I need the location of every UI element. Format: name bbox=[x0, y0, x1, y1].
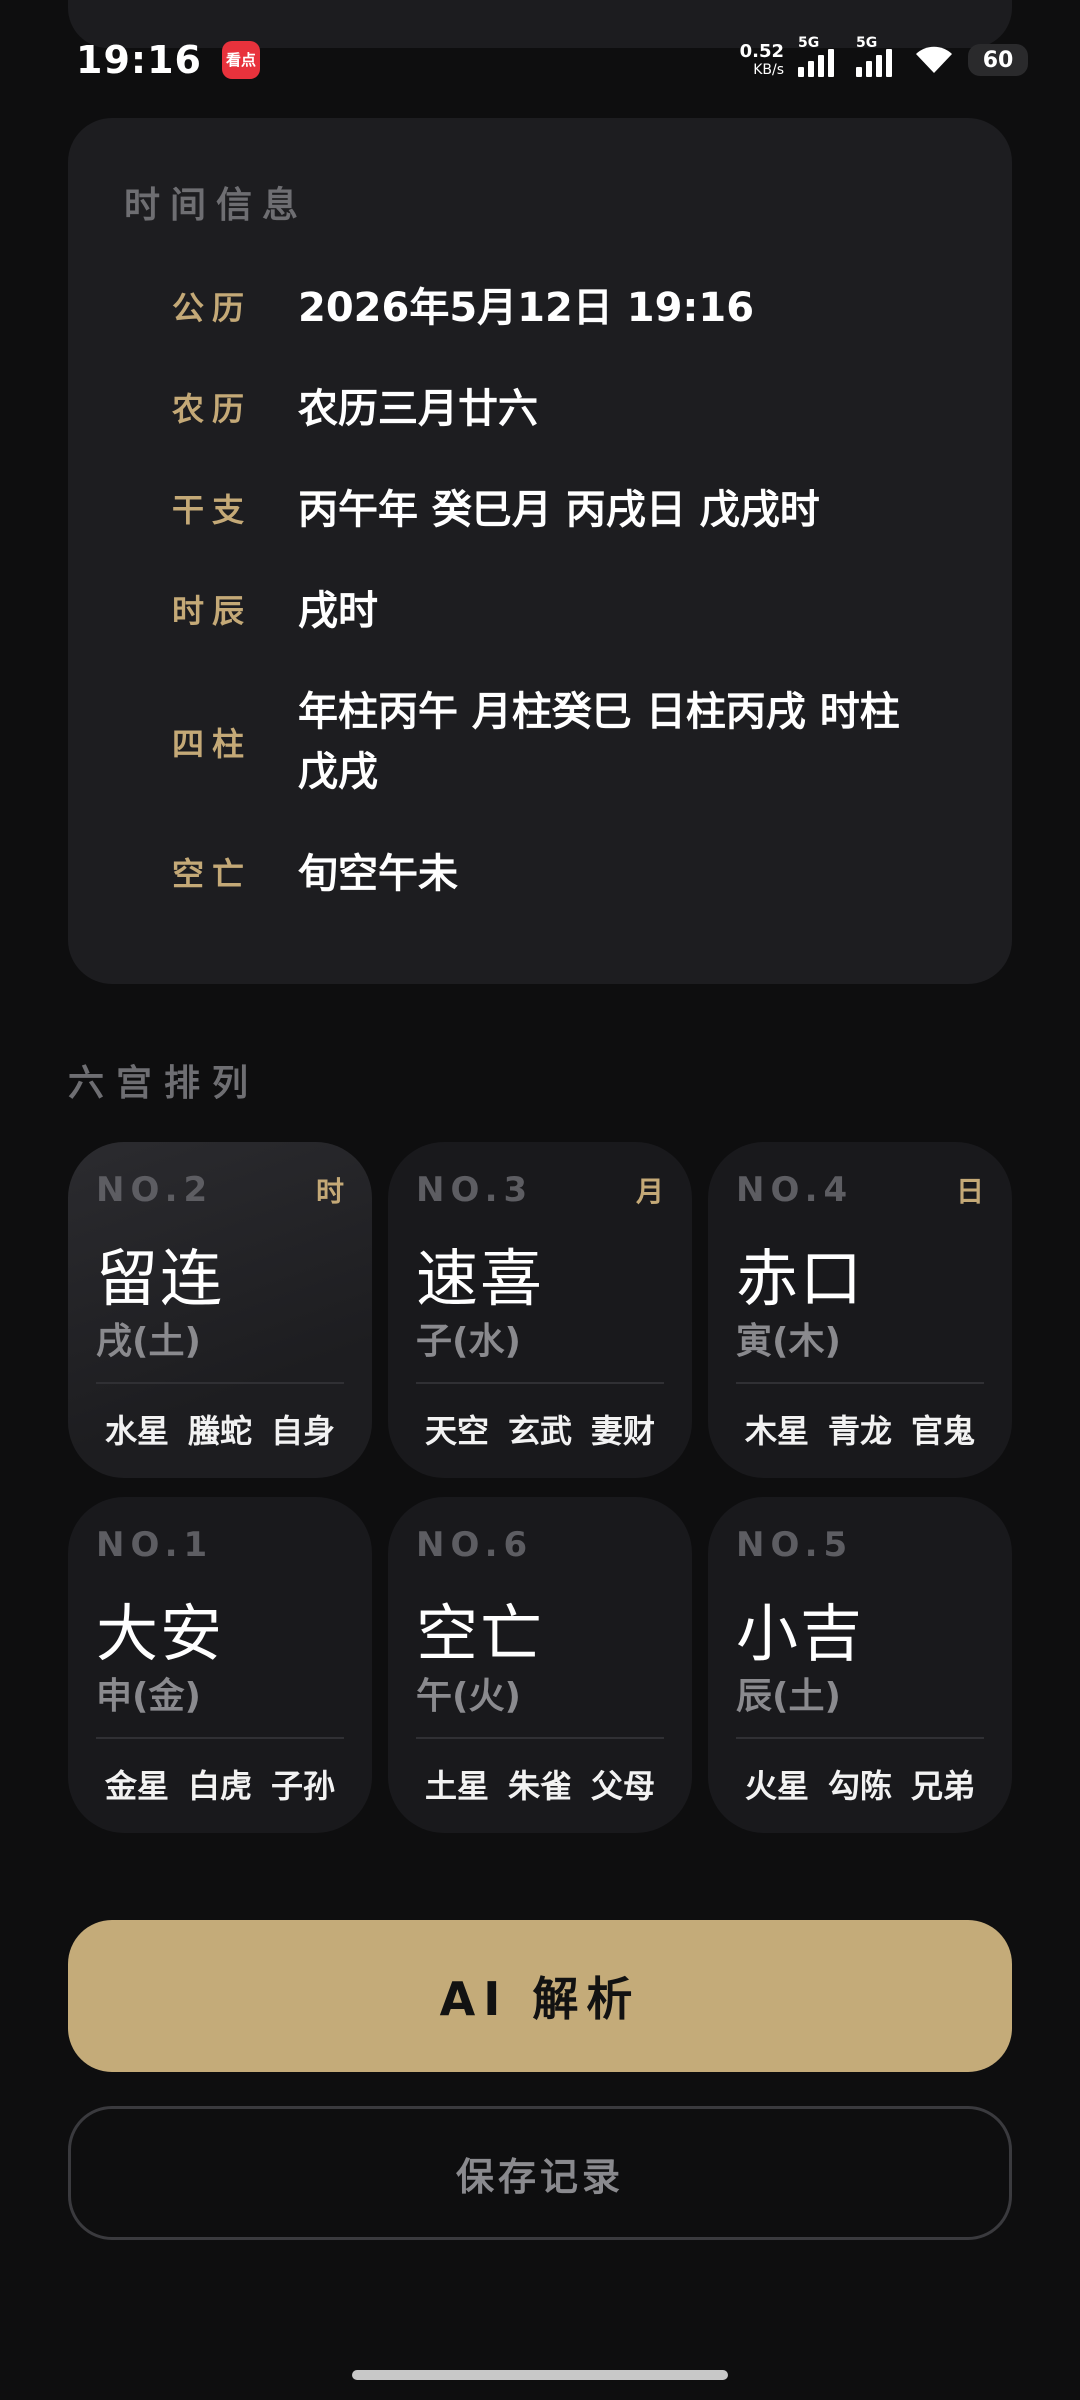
palace-number: NO.6 bbox=[416, 1525, 534, 1565]
palace-spirit: 玄武 bbox=[507, 1412, 572, 1450]
palace-divider bbox=[736, 1382, 984, 1384]
home-indicator[interactable] bbox=[352, 2370, 728, 2380]
palace-divider bbox=[96, 1737, 344, 1739]
palace-number: NO.2 bbox=[96, 1170, 214, 1210]
palace-pillar-tag: 月 bbox=[635, 1175, 664, 1208]
palace-element: 子(水) bbox=[416, 1321, 521, 1362]
status-bar: 19:16 看点 0.52 KB/s 5G 5G 60 bbox=[0, 28, 1080, 92]
info-value: 2026年5月12日 19:16 bbox=[298, 285, 755, 331]
sim2-network-tag: 5G bbox=[856, 35, 878, 51]
ai-analysis-button[interactable]: AI 解析 bbox=[68, 1920, 1012, 2072]
app-badge-text: 看点 bbox=[225, 50, 256, 69]
palace-card-kongwang[interactable]: NO.6 空亡 午(火) 土星 朱雀 父母 bbox=[388, 1497, 692, 1833]
palace-star: 水星 bbox=[104, 1412, 169, 1450]
info-label: 四柱 bbox=[171, 725, 252, 763]
palace-number: NO.5 bbox=[736, 1525, 854, 1565]
palace-relation: 子孙 bbox=[270, 1767, 335, 1805]
palace-name: 小吉 bbox=[736, 1597, 865, 1670]
palace-relation: 妻财 bbox=[590, 1412, 655, 1450]
palace-meta: 土星 朱雀 父母 bbox=[406, 1761, 674, 1807]
palace-relation: 自身 bbox=[270, 1412, 335, 1450]
palace-element: 寅(木) bbox=[736, 1321, 841, 1362]
info-value: 年柱丙午 月柱癸巳 日柱丙戌 时柱戊戌 bbox=[298, 689, 900, 795]
palace-relation: 官鬼 bbox=[910, 1412, 975, 1450]
time-info-card: 时间信息 公历 2026年5月12日 19:16 农历 农历三月廿六 干支 丙午… bbox=[68, 118, 1012, 984]
palace-spirit: 螣蛇 bbox=[187, 1412, 252, 1450]
save-record-button[interactable]: 保存记录 bbox=[68, 2106, 1012, 2240]
palace-name: 速喜 bbox=[416, 1242, 545, 1315]
palace-pillar-tag: 时 bbox=[315, 1175, 344, 1208]
palace-star: 天空 bbox=[424, 1412, 489, 1450]
battery-icon: 60 bbox=[968, 44, 1028, 76]
screen: 19:16 看点 0.52 KB/s 5G 5G 60 时间信息 公历 2026… bbox=[0, 0, 1080, 2400]
network-speed: 0.52 KB/s bbox=[739, 41, 784, 78]
palace-card-daan[interactable]: NO.1 大安 申(金) 金星 白虎 子孙 bbox=[68, 1497, 372, 1833]
palace-element: 申(金) bbox=[96, 1676, 201, 1717]
sim1-network-tag: 5G bbox=[798, 35, 820, 51]
time-info-title: 时间信息 bbox=[124, 185, 309, 226]
palace-element: 辰(土) bbox=[736, 1676, 841, 1717]
palace-number: NO.3 bbox=[416, 1170, 534, 1210]
info-value: 戌时 bbox=[298, 588, 378, 634]
info-row-kongwang: 空亡 旬空午未 bbox=[68, 844, 1012, 904]
status-time: 19:16 bbox=[76, 38, 202, 82]
palace-meta: 金星 白虎 子孙 bbox=[86, 1761, 354, 1807]
palace-meta: 水星 螣蛇 自身 bbox=[86, 1406, 354, 1452]
info-row-four-pillars: 四柱 年柱丙午 月柱癸巳 日柱丙戌 时柱戊戌 bbox=[68, 682, 1012, 802]
info-row-shichen: 时辰 戌时 bbox=[68, 581, 1012, 641]
palace-star: 金星 bbox=[104, 1767, 169, 1805]
signal-icon: 5G bbox=[856, 35, 900, 77]
palace-spirit: 白虎 bbox=[187, 1767, 252, 1805]
palace-spirit: 勾陈 bbox=[827, 1767, 892, 1805]
wifi-icon bbox=[916, 46, 952, 73]
palace-name: 留连 bbox=[96, 1242, 225, 1315]
battery-level: 60 bbox=[982, 47, 1014, 73]
info-label: 干支 bbox=[171, 491, 252, 529]
palace-card-xiaoji[interactable]: NO.5 小吉 辰(土) 火星 勾陈 兄弟 bbox=[708, 1497, 1012, 1833]
palace-relation: 兄弟 bbox=[910, 1767, 975, 1805]
palace-star: 木星 bbox=[744, 1412, 809, 1450]
palace-meta: 木星 青龙 官鬼 bbox=[726, 1406, 994, 1452]
info-row-lunar: 农历 农历三月廿六 bbox=[68, 379, 1012, 439]
palace-divider bbox=[96, 1382, 344, 1384]
palace-name: 赤口 bbox=[736, 1242, 865, 1315]
app-notification-icon: 看点 bbox=[221, 41, 260, 79]
palace-pillar-tag: 日 bbox=[955, 1175, 984, 1208]
info-label: 空亡 bbox=[171, 855, 252, 893]
info-value: 丙午年 癸巳月 丙戌日 戊戌时 bbox=[298, 487, 820, 533]
palace-number: NO.1 bbox=[96, 1525, 214, 1565]
info-label: 时辰 bbox=[171, 592, 252, 630]
palace-name: 大安 bbox=[96, 1597, 225, 1670]
info-label: 公历 bbox=[171, 289, 252, 327]
palace-star: 土星 bbox=[424, 1767, 489, 1805]
network-speed-value: 0.52 bbox=[739, 41, 784, 62]
palace-card-liulian[interactable]: NO.2 时 留连 戌(土) 水星 螣蛇 自身 bbox=[68, 1142, 372, 1478]
network-speed-unit: KB/s bbox=[753, 62, 784, 78]
palace-divider bbox=[736, 1737, 984, 1739]
info-row-solar: 公历 2026年5月12日 19:16 bbox=[68, 278, 1012, 338]
info-label: 农历 bbox=[171, 390, 252, 428]
palace-divider bbox=[416, 1737, 664, 1739]
palace-meta: 天空 玄武 妻财 bbox=[406, 1406, 674, 1452]
palace-meta: 火星 勾陈 兄弟 bbox=[726, 1761, 994, 1807]
palace-star: 火星 bbox=[744, 1767, 809, 1805]
palace-card-suxi[interactable]: NO.3 月 速喜 子(水) 天空 玄武 妻财 bbox=[388, 1142, 692, 1478]
palace-spirit: 朱雀 bbox=[507, 1767, 572, 1805]
info-value: 农历三月廿六 bbox=[298, 386, 538, 432]
palace-element: 午(火) bbox=[416, 1676, 521, 1717]
info-row-ganzhi: 干支 丙午年 癸巳月 丙戌日 戊戌时 bbox=[68, 480, 1012, 540]
palace-section-title: 六宫排列 bbox=[68, 1063, 261, 1104]
palace-card-chikou[interactable]: NO.4 日 赤口 寅(木) 木星 青龙 官鬼 bbox=[708, 1142, 1012, 1478]
palace-element: 戌(土) bbox=[96, 1321, 201, 1362]
palace-name: 空亡 bbox=[416, 1597, 545, 1670]
signal-icon: 5G bbox=[798, 35, 842, 77]
palace-spirit: 青龙 bbox=[827, 1412, 892, 1450]
palace-divider bbox=[416, 1382, 664, 1384]
info-value: 旬空午未 bbox=[298, 851, 458, 897]
palace-number: NO.4 bbox=[736, 1170, 854, 1210]
palace-relation: 父母 bbox=[590, 1767, 655, 1805]
status-indicators: 0.52 KB/s 5G 5G 60 bbox=[739, 35, 1028, 78]
